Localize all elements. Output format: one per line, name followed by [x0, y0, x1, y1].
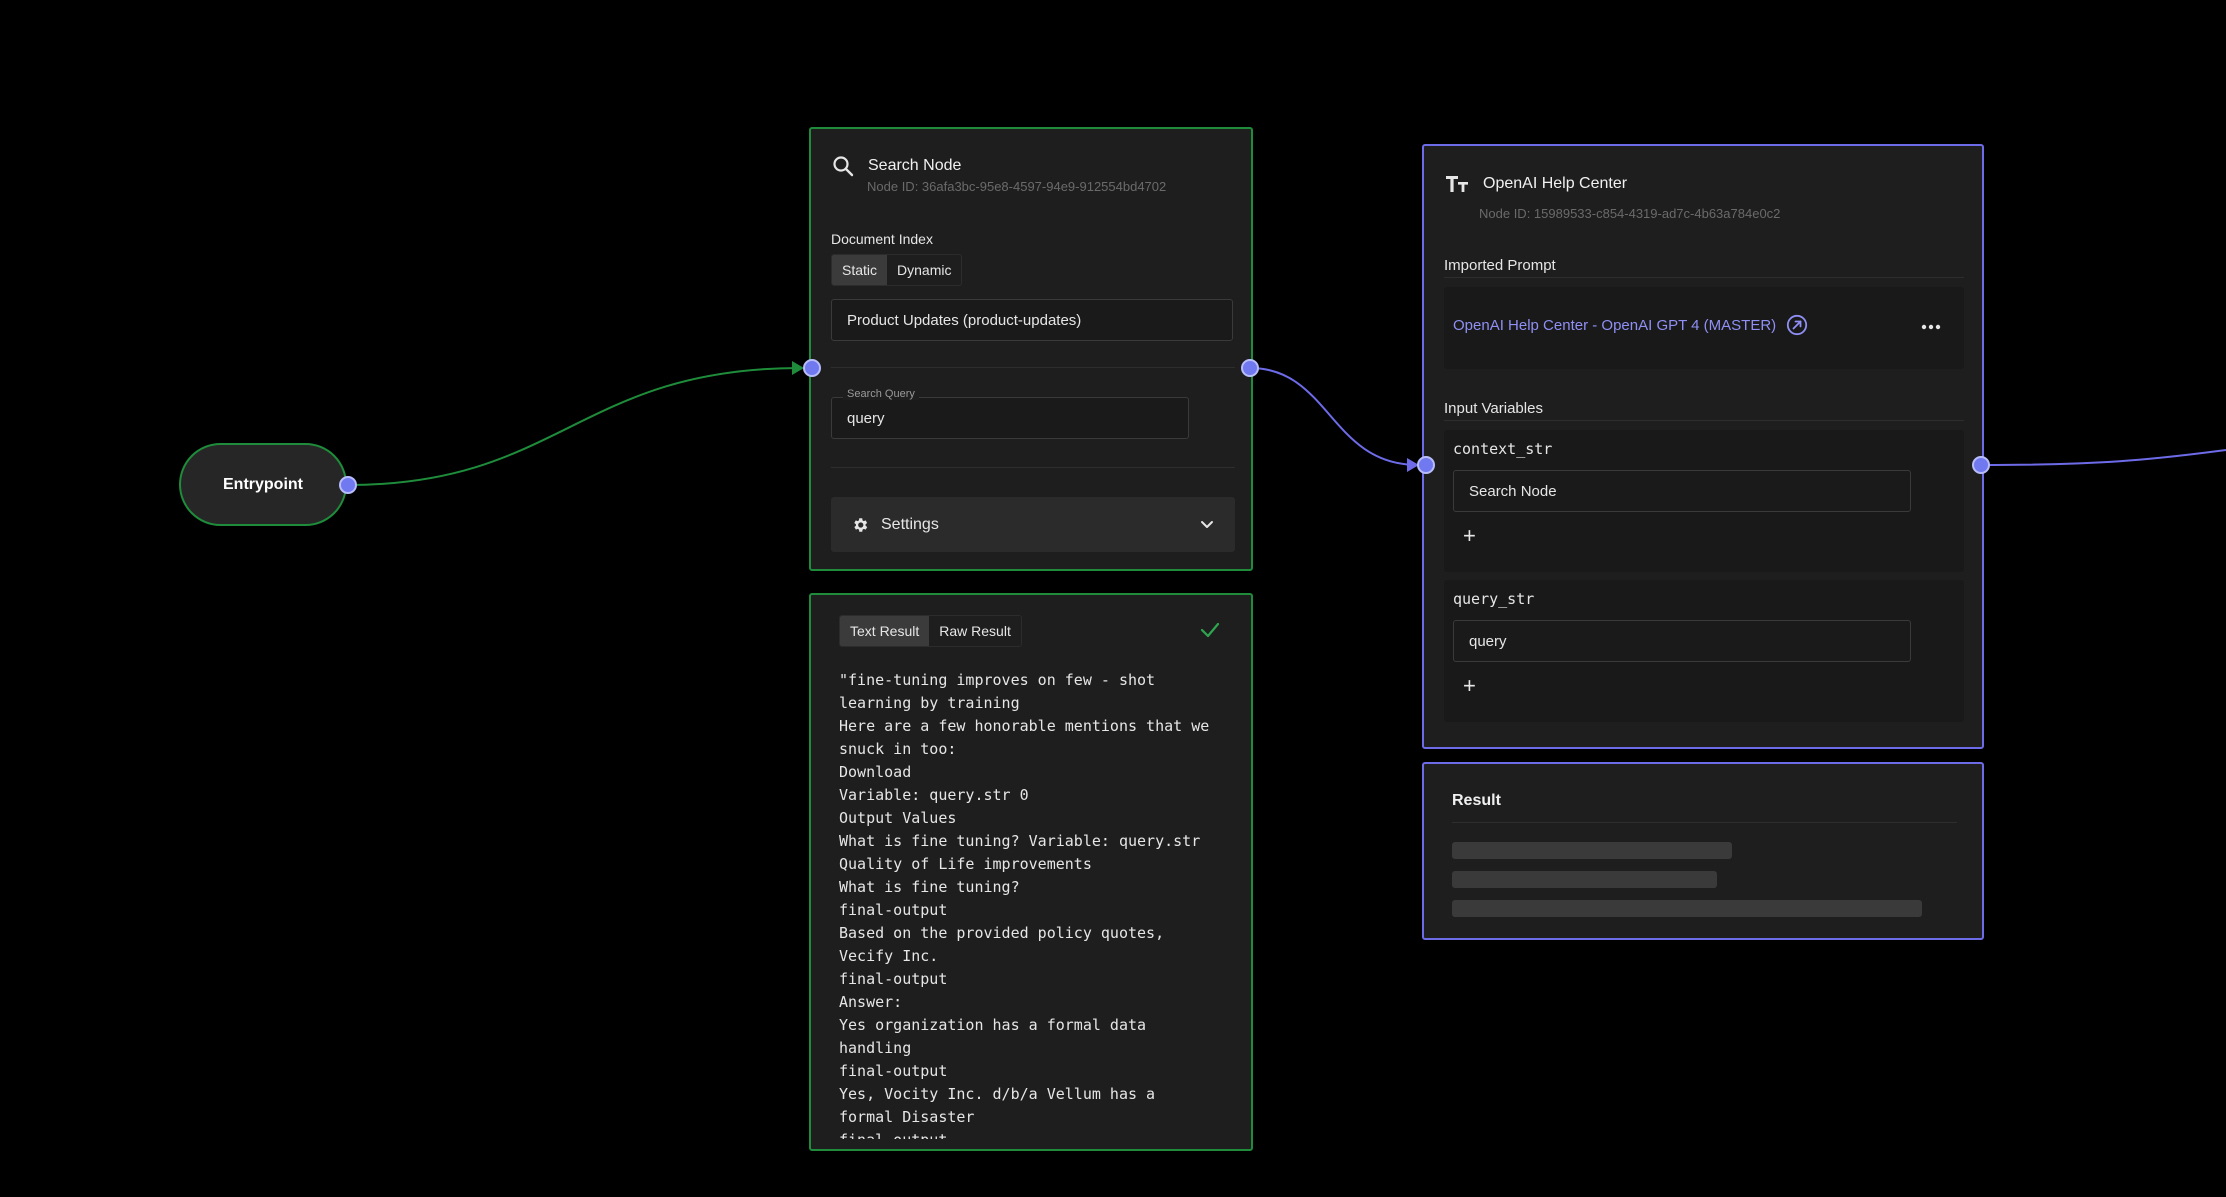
prompt-node-id: Node ID: 15989533-c854-4319-ad7c-4b63a78… — [1479, 206, 1781, 221]
variable-value-field[interactable]: query — [1453, 620, 1911, 662]
input-variables-label: Input Variables — [1444, 400, 1543, 417]
edge-search-to-prompt — [1249, 367, 1419, 466]
imported-prompt-card: OpenAI Help Center - OpenAI GPT 4 (MASTE… — [1444, 287, 1964, 369]
tab-static[interactable]: Static — [832, 255, 888, 285]
external-link-icon — [1787, 314, 1808, 336]
imported-prompt-divider — [1444, 277, 1964, 278]
document-index-select[interactable]: Product Updates (product-updates) — [831, 299, 1233, 341]
search-query-label: Search Query — [843, 388, 919, 400]
input-variables-divider — [1444, 420, 1964, 421]
loading-skeleton-line — [1452, 842, 1732, 859]
text-type-icon — [1446, 176, 1468, 192]
search-query-value: query — [847, 409, 885, 427]
text-result-content: "fine-tuning improves on few - shot lear… — [839, 671, 1210, 1139]
edge-prompt-to-next — [1980, 449, 2226, 466]
more-options-icon[interactable] — [1921, 324, 1941, 330]
settings-label: Settings — [881, 515, 939, 533]
prompt-result-panel: Result — [1422, 762, 1984, 940]
prompt-input-handle[interactable] — [1417, 456, 1435, 474]
search-node-id: Node ID: 36afa3bc-95e8-4597-94e9-912554b… — [867, 179, 1167, 194]
check-icon — [1200, 622, 1220, 638]
result-divider — [1452, 822, 1957, 823]
result-tabs: Text Result Raw Result — [839, 615, 1022, 647]
search-node-header: Search Node — [832, 155, 961, 177]
variable-name: context_str — [1453, 440, 1553, 458]
prompt-link[interactable]: OpenAI Help Center - OpenAI GPT 4 (MASTE… — [1453, 314, 1808, 336]
search-node[interactable]: Search Node Node ID: 36afa3bc-95e8-4597-… — [809, 127, 1253, 571]
search-query-field[interactable]: query — [831, 397, 1189, 439]
entrypoint-label: Entrypoint — [223, 475, 303, 493]
edge-entrypoint-to-search — [347, 367, 801, 486]
search-output-handle[interactable] — [1241, 359, 1259, 377]
add-value-icon[interactable]: + — [1463, 673, 1476, 699]
prompt-node[interactable]: OpenAI Help Center Node ID: 15989533-c85… — [1422, 144, 1984, 749]
chevron-down-icon — [1201, 520, 1213, 528]
search-node-divider — [831, 367, 1235, 368]
prompt-output-handle[interactable] — [1972, 456, 1990, 474]
variable-block-query: query_str query + — [1444, 580, 1964, 722]
tab-text-result[interactable]: Text Result — [840, 616, 930, 646]
tab-raw-result[interactable]: Raw Result — [929, 616, 1021, 646]
settings-accordion[interactable]: Settings — [831, 497, 1235, 552]
entrypoint-node[interactable]: Entrypoint — [179, 443, 347, 526]
document-index-toggle: Static Dynamic — [831, 254, 963, 286]
prompt-node-title: OpenAI Help Center — [1483, 175, 1628, 192]
tab-dynamic[interactable]: Dynamic — [887, 255, 961, 285]
prompt-node-header: OpenAI Help Center — [1445, 174, 1627, 194]
search-node-divider-2 — [831, 467, 1235, 468]
loading-skeleton-line — [1452, 871, 1717, 888]
prompt-link-label: OpenAI Help Center - OpenAI GPT 4 (MASTE… — [1453, 316, 1777, 334]
variable-name: query_str — [1453, 590, 1535, 608]
imported-prompt-label: Imported Prompt — [1444, 257, 1556, 274]
entrypoint-output-handle[interactable] — [339, 476, 357, 494]
variable-value-field[interactable]: Search Node — [1453, 470, 1911, 512]
search-icon — [833, 156, 854, 177]
add-value-icon[interactable]: + — [1463, 523, 1476, 549]
variable-block-context: context_str Search Node + — [1444, 430, 1964, 572]
result-title: Result — [1452, 792, 1501, 809]
gear-icon — [854, 517, 868, 532]
search-input-handle[interactable] — [803, 359, 821, 377]
search-node-title: Search Node — [868, 157, 962, 174]
document-index-label: Document Index — [831, 231, 933, 247]
search-result-panel: Text Result Raw Result "fine-tuning impr… — [809, 593, 1253, 1151]
loading-skeleton-line — [1452, 900, 1922, 917]
